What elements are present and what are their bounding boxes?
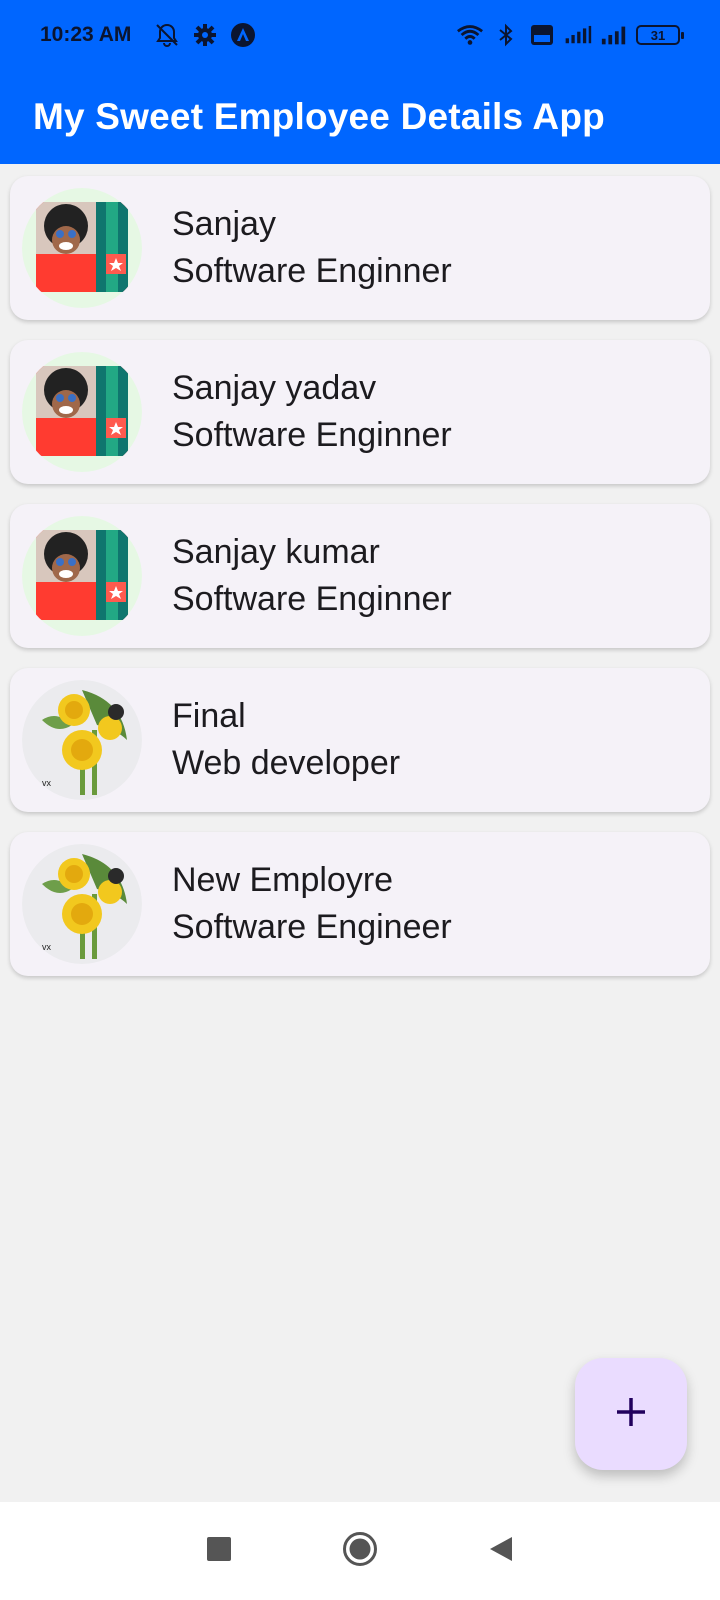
add-icon xyxy=(614,1395,648,1434)
employee-name: Sanjay xyxy=(172,205,276,243)
employee-card[interactable]: vx Final Web developer xyxy=(10,668,710,812)
svg-text:vx: vx xyxy=(42,942,52,952)
employee-list: Sanjay Software Enginner Sanjay yadav So… xyxy=(10,176,710,976)
employee-role: Software Enginner xyxy=(172,416,452,454)
notifications-off-icon xyxy=(153,21,181,49)
volte-icon xyxy=(528,21,556,49)
bluetooth-icon xyxy=(492,21,520,49)
employee-avatar xyxy=(22,188,142,308)
recents-square-icon[interactable] xyxy=(206,1536,232,1567)
employee-role: Software Engineer xyxy=(172,908,452,946)
wifi-icon xyxy=(456,21,484,49)
svg-text:vx: vx xyxy=(42,778,52,788)
home-circle-icon[interactable] xyxy=(342,1531,378,1572)
employee-card[interactable]: vx New Employre Software Engineer xyxy=(10,832,710,976)
employee-role: Software Enginner xyxy=(172,580,452,618)
app-title: My Sweet Employee Details App xyxy=(33,96,605,137)
employee-card[interactable]: Sanjay yadav Software Enginner xyxy=(10,340,710,484)
battery-icon: 31 xyxy=(636,25,684,45)
system-nav-bar xyxy=(0,1502,720,1600)
employee-name: Sanjay yadav xyxy=(172,369,377,407)
status-bar: 10:23 AM 31 xyxy=(0,0,720,70)
gear-icon xyxy=(191,21,219,49)
employee-avatar: vx xyxy=(22,680,142,800)
employee-name: Final xyxy=(172,697,246,735)
status-time: 10:23 AM xyxy=(40,23,132,46)
signal-icon xyxy=(600,21,628,49)
employee-role: Software Enginner xyxy=(172,252,452,290)
employee-card[interactable]: Sanjay kumar Software Enginner xyxy=(10,504,710,648)
app-notification-icon xyxy=(229,21,257,49)
employee-avatar xyxy=(22,516,142,636)
employee-card[interactable]: Sanjay Software Enginner xyxy=(10,176,710,320)
signal-4g-icon xyxy=(564,21,592,49)
employee-role: Web developer xyxy=(172,744,401,782)
app-bar: My Sweet Employee Details App xyxy=(0,70,720,164)
employee-avatar: vx xyxy=(22,844,142,964)
back-triangle-icon[interactable] xyxy=(488,1535,514,1568)
add-employee-button[interactable] xyxy=(575,1358,687,1470)
employee-name: New Employre xyxy=(172,861,394,899)
employee-name: Sanjay kumar xyxy=(172,533,380,571)
employee-avatar xyxy=(22,352,142,472)
